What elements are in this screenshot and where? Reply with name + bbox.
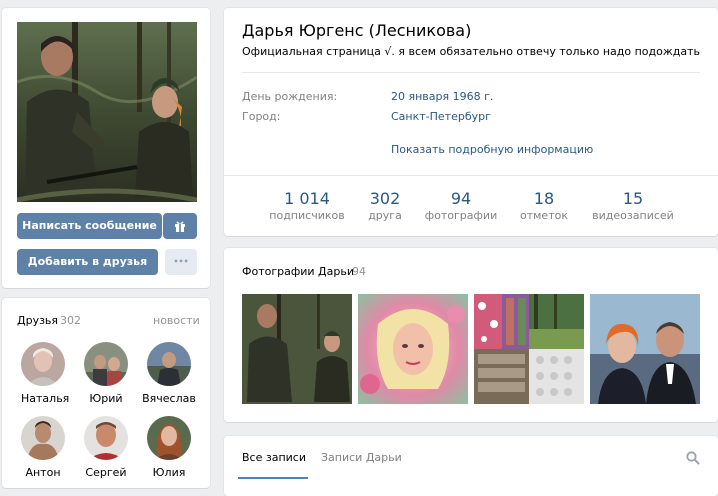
add-friend-button[interactable]: Добавить в друзья (17, 249, 158, 275)
info-value-birthday[interactable]: 20 января 1968 г. (391, 90, 493, 103)
show-more-info-link[interactable]: Показать подробную информацию (391, 143, 593, 156)
profile-status: Официальная страница √. я всем обязатель… (242, 45, 701, 58)
profile-name: Дарья Юргенс (Лесникова) (242, 21, 472, 40)
more-actions-button[interactable]: ••• (165, 249, 197, 275)
profile-avatar[interactable] (17, 22, 197, 202)
friend-avatar[interactable] (147, 416, 191, 460)
counter-value: 94 (450, 189, 472, 208)
counter-value: 1 014 (284, 189, 330, 208)
friend-name[interactable]: Юлия (147, 466, 191, 479)
counter-label: друга (368, 209, 402, 222)
photo-thumbnail[interactable] (242, 294, 352, 404)
info-value-city[interactable]: Санкт-Петербург (391, 110, 491, 123)
friend-avatar[interactable] (84, 342, 128, 386)
search-icon[interactable] (686, 451, 700, 465)
friends-count: 302 (60, 314, 81, 327)
photo-thumbnail[interactable] (474, 294, 584, 404)
friend-avatar[interactable] (147, 342, 191, 386)
friend-name[interactable]: Юрий (84, 392, 128, 405)
photo-thumbnail[interactable] (358, 294, 468, 404)
friend-name[interactable]: Антон (21, 466, 65, 479)
friend-avatar[interactable] (84, 416, 128, 460)
tab-owner-posts[interactable]: Записи Дарьи (321, 451, 402, 464)
counter-label: подписчиков (269, 209, 345, 222)
counter-value: 302 (369, 189, 401, 208)
divider (242, 72, 700, 73)
tab-all-posts[interactable]: Все записи (242, 451, 306, 464)
friends-news-link[interactable]: новости (153, 314, 200, 327)
friend-avatar[interactable] (21, 416, 65, 460)
photos-count: 94 (352, 265, 366, 278)
friend-name[interactable]: Вячеслав (141, 392, 197, 405)
info-label-birthday: День рождения: (242, 90, 338, 103)
gift-button[interactable] (163, 213, 197, 239)
divider (224, 175, 718, 176)
counter-value: 18 (533, 189, 555, 208)
friend-name[interactable]: Наталья (21, 392, 69, 405)
counter-label: фотографии (424, 209, 498, 222)
write-message-button[interactable]: Написать сообщение (17, 213, 162, 239)
counter-label: видеозаписей (592, 209, 674, 222)
friends-title[interactable]: Друзья (17, 314, 58, 327)
info-label-city: Город: (242, 110, 281, 123)
wall-card (224, 436, 718, 496)
counter-label: отметок (520, 209, 568, 222)
tab-active-indicator (238, 477, 308, 479)
photo-thumbnail[interactable] (590, 294, 700, 404)
friend-avatar[interactable] (21, 342, 65, 386)
gift-icon (174, 220, 186, 232)
friend-name[interactable]: Сергей (84, 466, 128, 479)
photos-title[interactable]: Фотографии Дарьи (242, 265, 354, 278)
counter-value: 15 (622, 189, 644, 208)
